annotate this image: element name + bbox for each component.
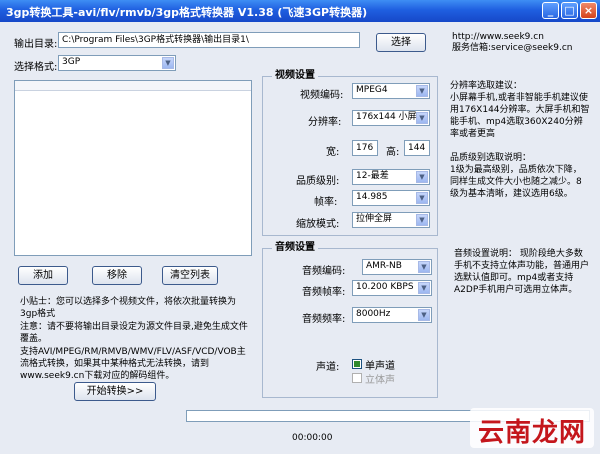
- title-bar[interactable]: 3gp转换工具-avi/flv/rmvb/3gp格式转换器 V1.38 (飞速3…: [0, 0, 600, 22]
- file-list-header: [15, 81, 251, 91]
- audio-settings-title: 音频设置: [272, 242, 318, 254]
- elapsed-time: 00:00:00: [292, 433, 333, 443]
- quality-advice: 品质级别选取说明： 1级为最高级别，品质依次下降，同样生成文件大小也随之减少。8…: [450, 153, 582, 199]
- resolution-advice: 分辨率选取建议： 小屏幕手机,或者非智能手机建议使用176X144分辨率。大屏手…: [450, 81, 590, 139]
- maximize-button[interactable]: □: [561, 2, 578, 19]
- chevron-down-icon: ▼: [162, 57, 174, 69]
- audio-advice: 音频设置说明： 现阶段绝大多数手机不支持立体声功能，普通用户选默认值即可。mp4…: [454, 249, 590, 295]
- chevron-down-icon: ▼: [416, 214, 428, 226]
- audio-freq-value: 8000Hz: [356, 309, 391, 319]
- resolution-select[interactable]: 176x144 小屏 ▼: [352, 110, 430, 126]
- format-select[interactable]: 3GP ▼: [58, 55, 176, 71]
- clear-list-button[interactable]: 清空列表: [162, 266, 218, 285]
- minimize-button[interactable]: _: [542, 2, 559, 19]
- audio-codec-value: AMR-NB: [366, 261, 402, 271]
- audio-rate-label: 音频帧率:: [302, 287, 346, 298]
- height-input[interactable]: 144: [404, 140, 430, 156]
- chevron-down-icon: ▼: [418, 261, 430, 273]
- framerate-value: 14.985: [356, 192, 388, 202]
- stereo-label: 立体声: [365, 375, 395, 386]
- output-dir-input[interactable]: C:\Program Files\3GP格式转换器\输出目录1\: [58, 32, 360, 48]
- quality-select[interactable]: 12-最差 ▼: [352, 169, 430, 185]
- video-codec-label: 视频编码:: [300, 90, 344, 101]
- audio-freq-select[interactable]: 8000Hz ▼: [352, 307, 432, 323]
- checkmark-icon: [354, 361, 360, 367]
- video-codec-value: MPEG4: [356, 85, 388, 95]
- audio-rate-value: 10.200 KBPS: [356, 282, 414, 292]
- close-button[interactable]: ×: [580, 2, 597, 19]
- audio-codec-select[interactable]: AMR-NB ▼: [362, 259, 432, 275]
- add-button[interactable]: 添加: [18, 266, 68, 285]
- mono-checkbox[interactable]: [352, 359, 362, 369]
- tip-supported-formats: 支持AVI/MPEG/RM/RMVB/WMV/FLV/ASF/VCD/VOB主流…: [20, 347, 246, 381]
- resolution-value: 176x144 小屏: [356, 112, 417, 122]
- chevron-down-icon: ▼: [416, 85, 428, 97]
- stereo-checkbox[interactable]: [352, 373, 362, 383]
- browse-button[interactable]: 选择: [376, 33, 426, 52]
- audio-codec-label: 音频编码:: [302, 266, 346, 277]
- scale-mode-value: 拉伸全屏: [356, 214, 393, 224]
- mono-label: 单声道: [365, 361, 395, 372]
- scale-mode-label: 缩放模式:: [296, 219, 340, 230]
- window-title: 3gp转换工具-avi/flv/rmvb/3gp格式转换器 V1.38 (飞速3…: [6, 6, 368, 19]
- quality-value: 12-最差: [356, 171, 389, 181]
- start-convert-button[interactable]: 开始转换>>: [74, 382, 156, 401]
- format-label: 选择格式:: [14, 62, 58, 73]
- resolution-label: 分辨率:: [308, 117, 342, 128]
- height-label: 高:: [386, 147, 400, 158]
- chevron-down-icon: ▼: [418, 282, 430, 294]
- width-input[interactable]: 176: [352, 140, 378, 156]
- quality-label: 品质级别:: [296, 176, 340, 187]
- framerate-select[interactable]: 14.985 ▼: [352, 190, 430, 206]
- remove-button[interactable]: 移除: [92, 266, 142, 285]
- output-dir-label: 输出目录:: [14, 39, 58, 50]
- scale-mode-select[interactable]: 拉伸全屏 ▼: [352, 212, 430, 228]
- audio-rate-select[interactable]: 10.200 KBPS ▼: [352, 280, 432, 296]
- chevron-down-icon: ▼: [418, 309, 430, 321]
- video-settings-title: 视频设置: [272, 70, 318, 82]
- file-list[interactable]: [14, 80, 252, 256]
- chevron-down-icon: ▼: [416, 171, 428, 183]
- watermark-logo: 云南龙网: [470, 408, 594, 448]
- channel-label: 声道:: [316, 362, 340, 373]
- tip-batch: 小贴士：您可以选择多个视频文件，将依次批量转换为3gp格式: [20, 297, 237, 319]
- video-codec-select[interactable]: MPEG4 ▼: [352, 83, 430, 99]
- width-label: 宽:: [326, 147, 340, 158]
- tip-output-warning: 注意：请不要将输出目录设定为源文件目录,避免生成文件覆盖。: [20, 322, 248, 344]
- chevron-down-icon: ▼: [416, 192, 428, 204]
- service-email-text: 服务信箱:service@seek9.cn: [452, 43, 573, 53]
- watermark-text: 云南龙网: [478, 418, 587, 448]
- framerate-label: 帧率:: [314, 197, 338, 208]
- format-select-value: 3GP: [62, 57, 81, 67]
- chevron-down-icon: ▼: [416, 112, 428, 124]
- audio-freq-label: 音频频率:: [302, 314, 346, 325]
